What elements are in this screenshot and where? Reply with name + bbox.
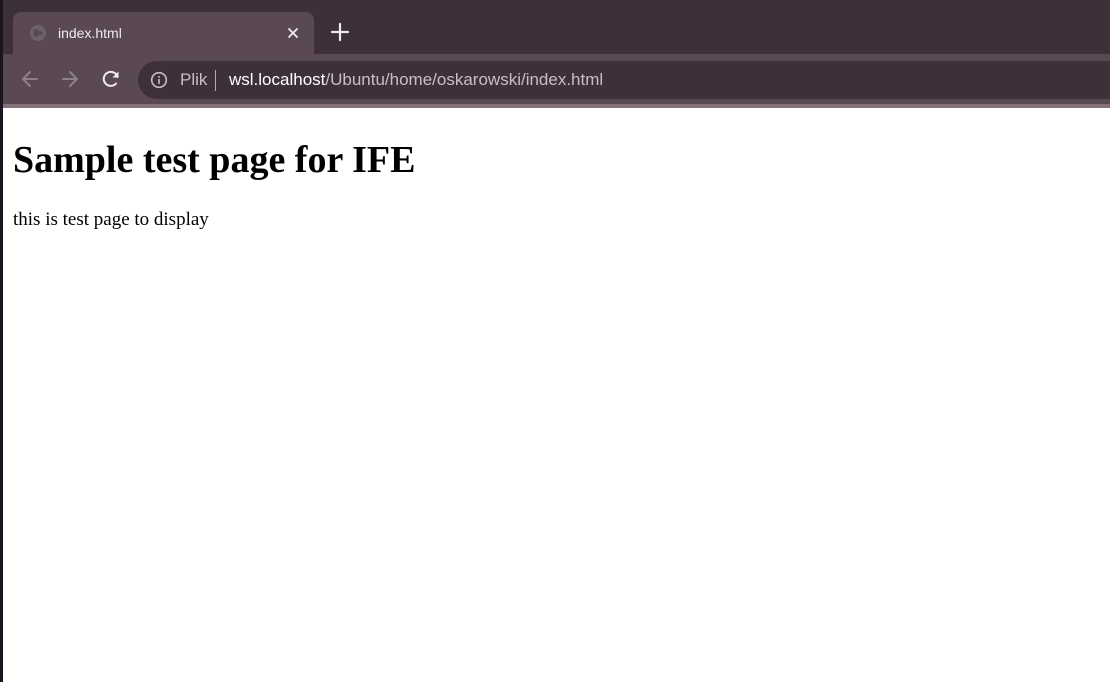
scheme-divider xyxy=(215,70,216,91)
arrow-right-icon[interactable] xyxy=(58,67,82,91)
reload-icon[interactable] xyxy=(99,67,123,91)
close-icon[interactable] xyxy=(283,23,303,43)
address-bar[interactable]: Plik wsl.localhost/Ubuntu/home/oskarowsk… xyxy=(138,61,1110,99)
scheme-label: Plik xyxy=(180,70,208,89)
plus-icon[interactable] xyxy=(328,20,352,44)
tab-title: index.html xyxy=(58,25,122,41)
url-path: /Ubuntu/home/oskarowski/index.html xyxy=(325,70,604,89)
page-content: Sample test page for IFE this is test pa… xyxy=(3,108,1110,682)
browser-window: index.html Plik wsl.localhost/Ubuntu/hom… xyxy=(0,0,1110,682)
url-text[interactable]: wsl.localhost/Ubuntu/home/oskarowski/ind… xyxy=(229,70,603,90)
arrow-left-icon[interactable] xyxy=(18,67,42,91)
window-edge xyxy=(0,0,3,682)
page-heading: Sample test page for IFE xyxy=(13,139,416,181)
toolbar: Plik wsl.localhost/Ubuntu/home/oskarowsk… xyxy=(0,54,1110,104)
tab-strip: index.html xyxy=(0,0,1110,54)
url-host: wsl.localhost xyxy=(229,70,326,89)
page-paragraph: this is test page to display xyxy=(13,209,209,230)
globe-icon xyxy=(29,24,47,42)
info-icon[interactable] xyxy=(150,71,168,89)
browser-tab[interactable]: index.html xyxy=(13,12,314,54)
